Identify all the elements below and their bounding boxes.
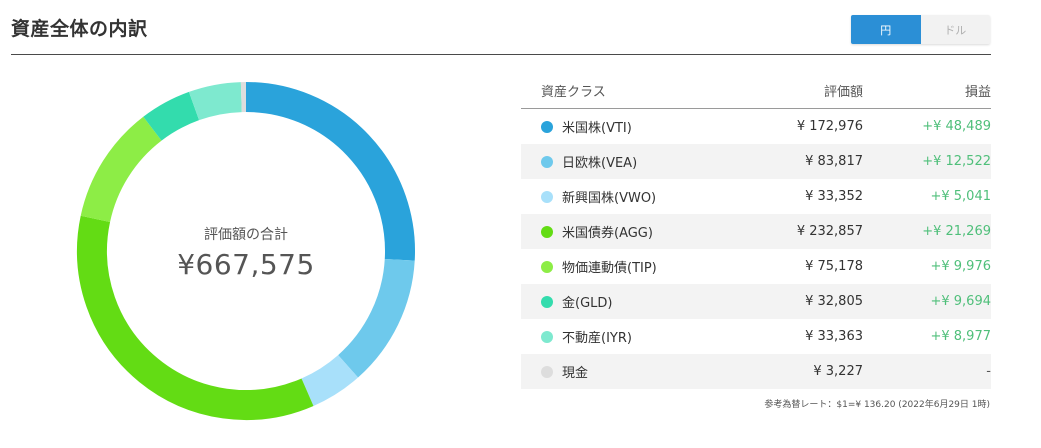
donut-slice-7: [188, 82, 243, 121]
asset-name: 現金: [562, 366, 589, 381]
donut-chart: 評価額の合計 ¥667,575: [0, 0, 500, 448]
table-row: 金(GLD) ¥ 32,805 +¥ 9,694: [521, 284, 991, 319]
legend-dot-icon: [541, 225, 553, 238]
asset-table: 資産クラス 評価額 損益 米国株(VTI) ¥ 172,976 +¥ 48,48…: [521, 72, 991, 389]
asset-name: 米国債券(AGG): [562, 226, 653, 241]
asset-gain: +¥ 9,976: [930, 259, 991, 274]
asset-gain: +¥ 9,694: [930, 294, 991, 309]
table-header: 資産クラス 評価額 損益: [521, 72, 991, 109]
legend-dot-icon: [541, 295, 553, 308]
currency-toggle[interactable]: 円 ドル: [851, 15, 990, 44]
exchange-rate-note: 参考為替レート：$1=¥ 136.20 (2022年6月29日 1時): [764, 400, 990, 410]
header-asset-class: 資産クラス: [541, 84, 606, 100]
table-row: 新興国株(VWO) ¥ 33,352 +¥ 5,041: [521, 179, 991, 214]
table-row: 不動産(IYR) ¥ 33,363 +¥ 8,977: [521, 319, 991, 354]
asset-value: ¥ 75,178: [805, 259, 863, 274]
table-row: 米国債券(AGG) ¥ 232,857 +¥ 21,269: [521, 214, 991, 249]
table-row: 日欧株(VEA) ¥ 83,817 +¥ 12,522: [521, 144, 991, 179]
asset-gain: +¥ 8,977: [930, 329, 991, 344]
asset-name: 金(GLD): [562, 296, 613, 311]
asset-value: ¥ 3,227: [813, 364, 863, 379]
asset-gain: +¥ 5,041: [930, 189, 991, 204]
legend-dot-icon: [541, 190, 553, 203]
total-label: 評価額の合計: [204, 227, 288, 243]
yen-toggle-button[interactable]: 円: [851, 15, 921, 44]
table-row: 米国株(VTI) ¥ 172,976 +¥ 48,489: [521, 109, 991, 144]
legend-dot-icon: [541, 260, 553, 273]
table-row: 現金 ¥ 3,227 -: [521, 354, 991, 389]
legend-dot-icon: [541, 330, 553, 343]
asset-name: 不動産(IYR): [562, 331, 632, 346]
table-row: 物価連動債(TIP) ¥ 75,178 +¥ 9,976: [521, 249, 991, 284]
asset-value: ¥ 232,857: [796, 224, 863, 239]
asset-name: 米国株(VTI): [562, 121, 632, 136]
donut-slice-6: [143, 91, 200, 141]
asset-name: 日欧株(VEA): [562, 156, 638, 171]
asset-gain: +¥ 48,489: [922, 119, 991, 134]
asset-name: 物価連動債(TIP): [562, 261, 657, 276]
legend-dot-icon: [541, 365, 553, 378]
donut-slice-3: [301, 354, 359, 406]
legend-dot-icon: [541, 120, 553, 133]
donut-slice-5: [80, 116, 162, 223]
total-value: ¥667,575: [177, 248, 315, 281]
header-value: 評価額: [823, 84, 863, 100]
asset-value: ¥ 33,363: [805, 329, 863, 344]
asset-gain: -: [986, 364, 991, 379]
donut-slice-4: [77, 215, 314, 420]
asset-value: ¥ 32,805: [805, 294, 863, 309]
asset-value: ¥ 33,352: [805, 189, 863, 204]
asset-value: ¥ 172,976: [796, 119, 863, 134]
asset-gain: +¥ 21,269: [922, 224, 991, 239]
asset-value: ¥ 83,817: [805, 154, 863, 169]
header-gain: 損益: [964, 84, 991, 100]
asset-name: 新興国株(VWO): [562, 191, 657, 206]
asset-gain: +¥ 12,522: [922, 154, 991, 169]
legend-dot-icon: [541, 155, 553, 168]
dollar-toggle-button[interactable]: ドル: [920, 15, 990, 44]
